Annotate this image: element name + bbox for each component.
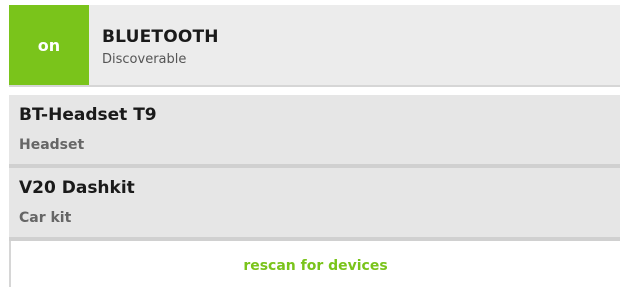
header-title: BLUETOOTH <box>102 27 219 47</box>
bluetooth-header: on BLUETOOTH Discoverable <box>9 5 620 87</box>
rescan-area: rescan for devices <box>9 241 620 287</box>
device-item-bt-headset[interactable]: BT-Headset T9 Headset <box>9 95 620 168</box>
device-list: BT-Headset T9 Headset V20 Dashkit Car ki… <box>9 95 620 241</box>
device-type: Headset <box>19 137 85 153</box>
bluetooth-panel: on BLUETOOTH Discoverable BT-Headset T9 … <box>0 0 620 287</box>
bluetooth-toggle[interactable]: on <box>9 5 89 85</box>
device-item-v20-dashkit[interactable]: V20 Dashkit Car kit <box>9 168 620 241</box>
device-type: Car kit <box>19 210 72 226</box>
device-name: V20 Dashkit <box>19 178 135 198</box>
rescan-button[interactable]: rescan for devices <box>11 258 620 274</box>
header-subtitle: Discoverable <box>102 52 187 67</box>
toggle-label: on <box>37 35 61 55</box>
device-name: BT-Headset T9 <box>19 105 157 125</box>
